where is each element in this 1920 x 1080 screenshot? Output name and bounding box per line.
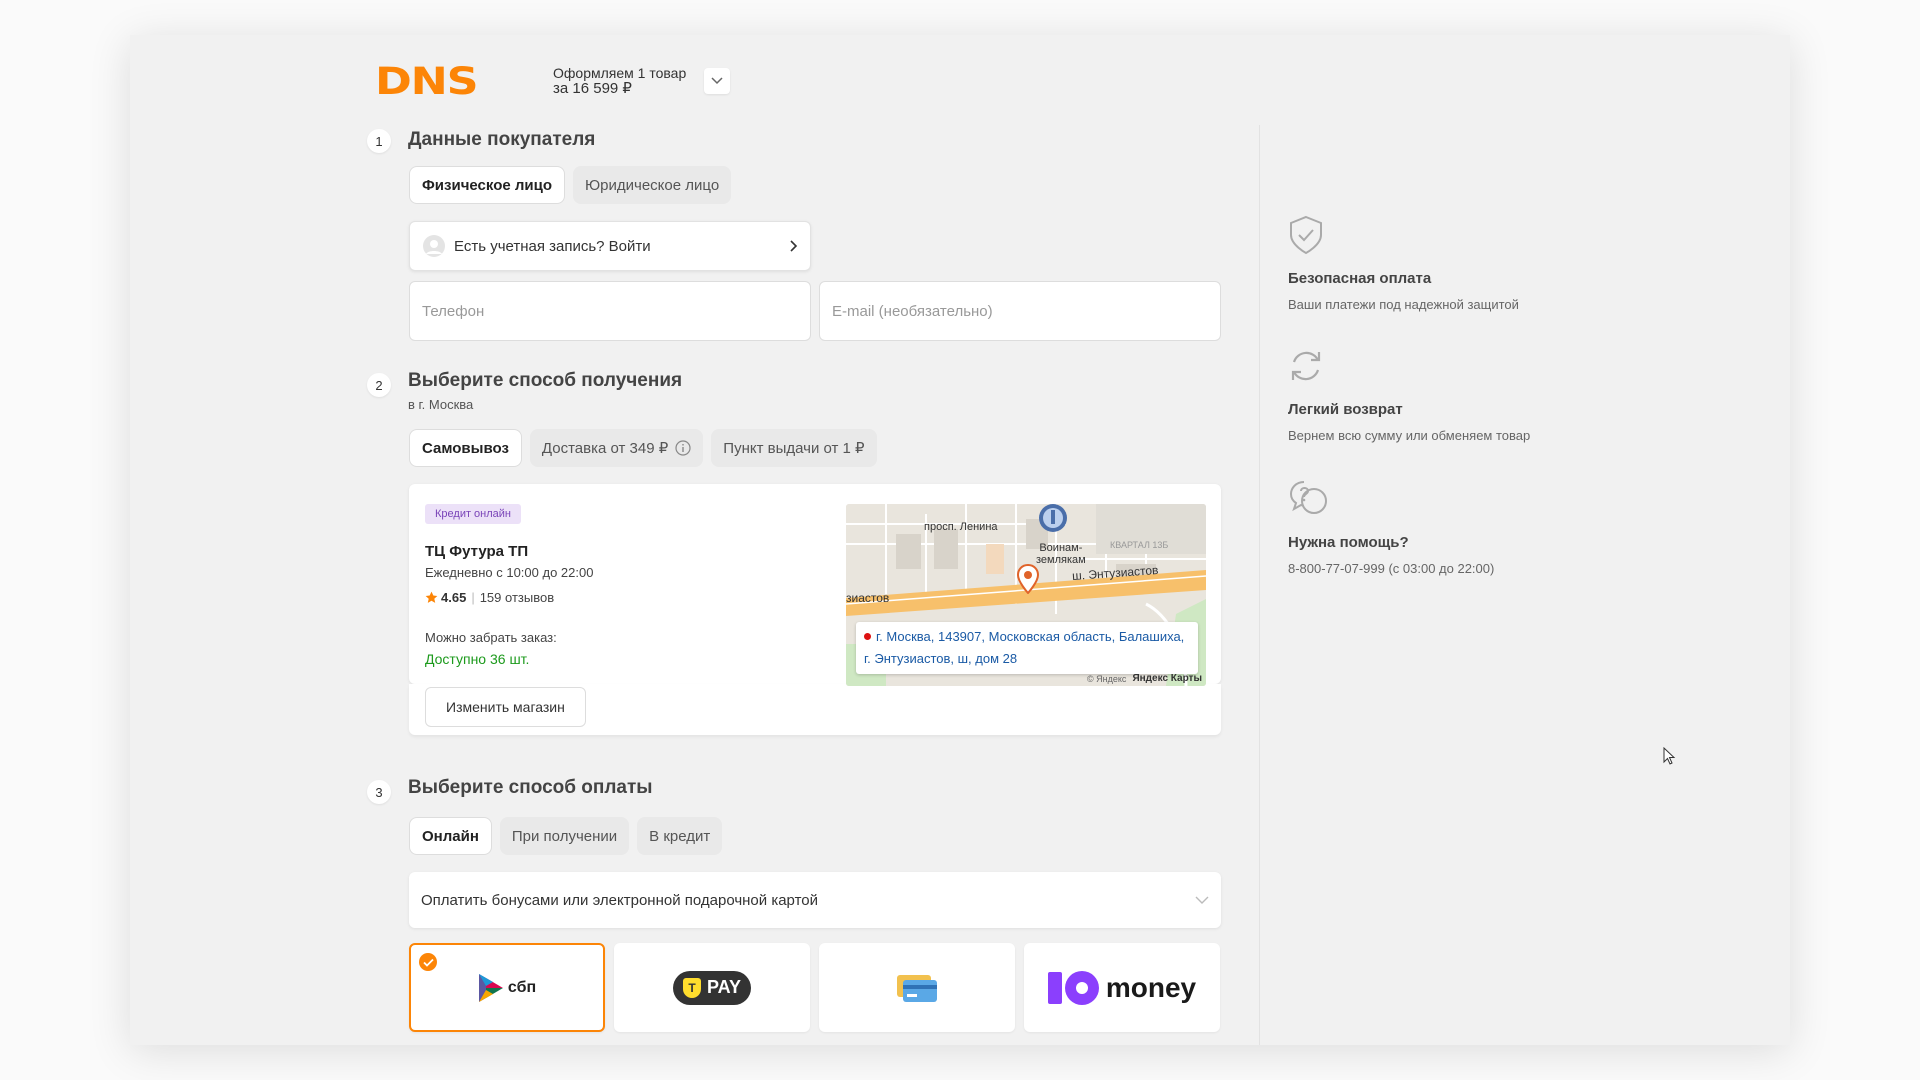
help-chat-icon [1289, 481, 1327, 514]
sbp-icon [478, 973, 503, 1002]
bank-card-icon [897, 974, 937, 1002]
chevron-down-icon [1195, 896, 1209, 904]
tab-on-receipt[interactable]: При получении [499, 817, 630, 855]
pickup-label: Можно забрать заказ: [425, 630, 557, 645]
step-title: Выберите способ получения [408, 370, 683, 391]
tab-online[interactable]: Онлайн [409, 817, 492, 855]
availability: Доступно 36 шт. [425, 651, 530, 667]
info-icon[interactable] [675, 440, 691, 456]
chevron-right-icon [790, 240, 798, 252]
step-title: Данные покупателя [408, 129, 596, 150]
customer-type-tabs: Физическое лицо Юридическое лицо [409, 166, 732, 204]
map-label-voinam-2: землякам [1036, 554, 1086, 566]
email-field[interactable]: E-mail (необязательно) [819, 281, 1221, 341]
benefit-text: Ваши платежи под надежной защитой [1288, 297, 1519, 312]
email-placeholder: E-mail (необязательно) [832, 302, 993, 320]
step-number: 2 [367, 373, 391, 397]
change-store-button[interactable]: Изменить магазин [425, 687, 586, 727]
shield-check-icon [1290, 215, 1322, 255]
refresh-icon [1291, 351, 1321, 381]
map-label-voinam: Воинам- землякам [1036, 542, 1086, 566]
tpay-shield-icon: T [682, 977, 701, 998]
login-text: Есть учетная запись? Войти [454, 237, 651, 255]
yandex-maps-brand[interactable]: Яндекс Карты [1132, 673, 1202, 684]
benefit-title: Нужна помощь? [1288, 534, 1409, 551]
yoomoney-icon [1047, 970, 1099, 1005]
red-dot-icon [864, 633, 871, 640]
step-title: Выберите способ оплаты [408, 777, 653, 798]
credit-badge: Кредит онлайн [425, 504, 522, 524]
step-number: 3 [367, 780, 391, 804]
benefit-title: Легкий возврат [1288, 401, 1403, 418]
chevron-down-icon [711, 77, 723, 85]
reviews-count: 159 отзывов [479, 590, 555, 605]
metro-icon [1039, 504, 1067, 532]
benefit-title: Безопасная оплата [1288, 270, 1432, 287]
store-hours: Ежедневно с 10:00 до 22:00 [425, 565, 594, 580]
rating-value: 4.65 [441, 590, 467, 605]
tab-delivery[interactable]: Доставка от 349 ₽ [529, 429, 704, 467]
store-rating[interactable]: 4.65 | 159 отзывов [425, 590, 554, 605]
payment-sbp[interactable]: сбп [409, 943, 605, 1032]
store-name[interactable]: ТЦ Футура ТП [425, 543, 528, 560]
benefit-easy-return: Легкий возврат Вернем всю сумму или обме… [1288, 346, 1530, 443]
address-text-1: г. Москва, 143907, Московская область, Б… [876, 629, 1185, 644]
delivery-tabs: Самовывоз Доставка от 349 ₽ Пункт выдачи… [409, 429, 877, 467]
sbp-logo: сбп [478, 973, 536, 1003]
sbp-text: сбп [507, 978, 537, 996]
payment-tpay[interactable]: T PAY [614, 943, 810, 1032]
payment-tabs: Онлайн При получении В кредит [409, 817, 723, 855]
order-total: за 16 599 ₽ [553, 80, 632, 97]
user-icon [423, 235, 445, 257]
tab-credit[interactable]: В кредит [637, 817, 723, 855]
payment-yoomoney[interactable]: money [1024, 943, 1220, 1032]
tab-pickup-point[interactable]: Пункт выдачи от 1 ₽ [711, 429, 877, 467]
benefit-text: Вернем всю сумму или обменяем товар [1288, 428, 1531, 443]
benefit-text[interactable]: 8-800-77-07-999 (с 03:00 до 22:00) [1288, 561, 1494, 576]
tab-individual[interactable]: Физическое лицо [409, 166, 566, 204]
address-line-1: г. Москва, 143907, Московская область, Б… [864, 626, 1190, 648]
map-pin-icon [1017, 564, 1039, 594]
benefit-secure-payment: Безопасная оплата Ваши платежи под надеж… [1288, 215, 1519, 312]
bonus-text: Оплатить бонусами или электронной подаро… [421, 891, 818, 909]
dns-logo[interactable]: DNS [375, 60, 517, 103]
step-number: 1 [367, 129, 391, 153]
login-prompt[interactable]: Есть учетная запись? Войти [409, 221, 811, 271]
map-label-left: зиастов [846, 591, 890, 605]
city-label: в г. Москва [408, 397, 474, 412]
right-divider [1259, 125, 1260, 1045]
phone-placeholder: Телефон [422, 302, 485, 320]
delivery-label: Доставка от 349 ₽ [541, 440, 669, 457]
checkout-window: DNS Оформляем 1 товар за 16 599 ₽ 1 Данн… [130, 35, 1790, 1045]
map-label-lenina: просп. Ленина [924, 521, 998, 533]
phone-field[interactable]: Телефон [409, 281, 811, 341]
order-summary: Оформляем 1 товар за 16 599 ₽ [553, 65, 687, 97]
map-copyright: © Яндекс [1087, 673, 1127, 684]
address-line-2: г. Энтузиастов, ш, дом 28 [864, 651, 1018, 666]
order-expand-button[interactable] [704, 68, 731, 94]
header: DNS Оформляем 1 товар за 16 599 ₽ [375, 51, 731, 111]
map-credits: © Яндекс Яндекс Карты [1087, 673, 1202, 684]
yoomoney-logo: money [1047, 970, 1197, 1006]
tpay-logo: T PAY [672, 970, 752, 1005]
yoomoney-text: money [1105, 971, 1197, 1003]
star-icon [425, 591, 438, 603]
tab-pickup[interactable]: Самовывоз [409, 429, 522, 467]
benefit-help: Нужна помощь? 8-800-77-07-999 (с 03:00 д… [1288, 479, 1494, 576]
tpay-text: PAY [706, 977, 742, 997]
address-popup[interactable]: г. Москва, 143907, Московская область, Б… [856, 622, 1198, 674]
rating-divider: | [471, 590, 475, 605]
tab-legal-entity[interactable]: Юридическое лицо [573, 166, 732, 204]
bonus-payment-dropdown[interactable]: Оплатить бонусами или электронной подаро… [409, 872, 1221, 928]
selected-check [419, 953, 437, 971]
map-label-kvartal: КВАРТАЛ 13Б [1110, 540, 1169, 550]
store-map[interactable]: просп. Ленина Воинам- землякам КВАРТАЛ 1… [846, 504, 1206, 686]
check-icon [422, 958, 434, 967]
order-count: Оформляем 1 товар [553, 65, 687, 81]
map-label-voinam-1: Воинам- [1039, 542, 1083, 554]
payment-card[interactable] [819, 943, 1015, 1032]
mouse-cursor-icon [1663, 747, 1676, 765]
